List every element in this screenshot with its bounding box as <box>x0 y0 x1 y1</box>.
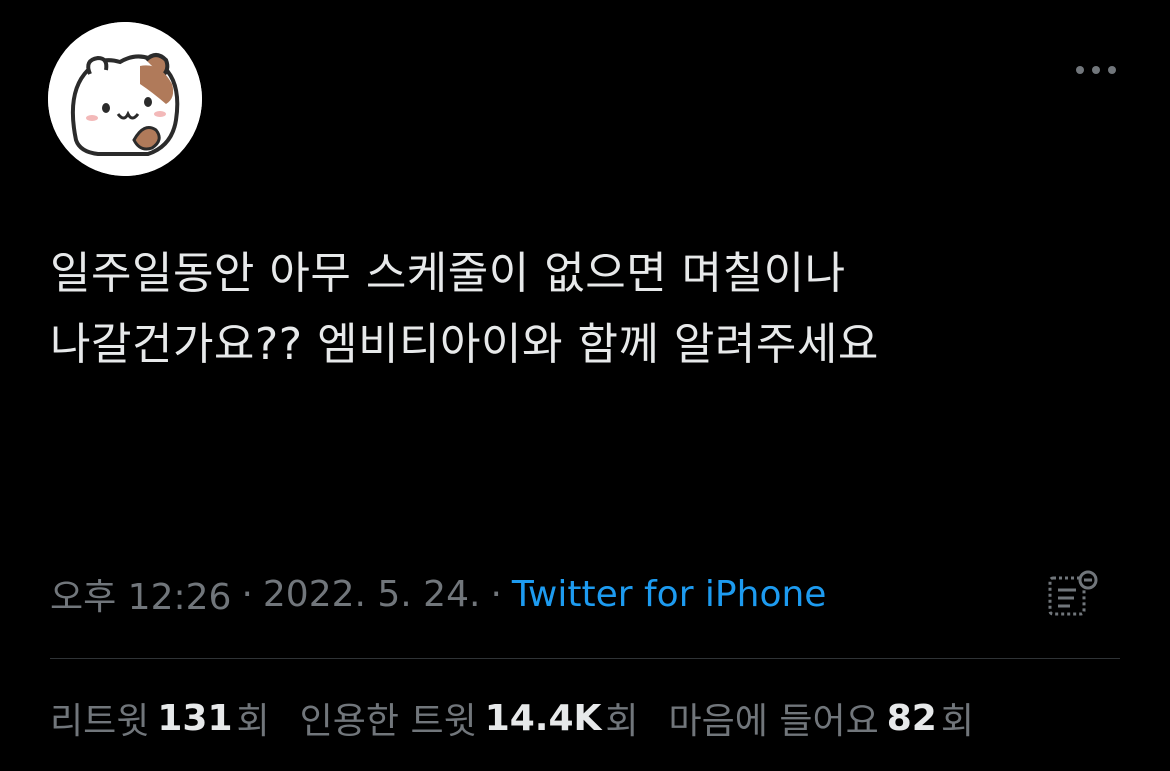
likes-unit: 회 <box>940 701 974 742</box>
tweet-date[interactable]: 2022. 5. 24. <box>263 574 481 615</box>
meta-separator: · <box>241 573 253 615</box>
analytics-button[interactable] <box>1044 568 1104 620</box>
divider <box>50 658 1120 659</box>
meta-separator: · <box>490 573 502 615</box>
quotes-unit: 회 <box>605 701 639 742</box>
tweet-time[interactable]: 오후 12:26 <box>50 568 231 620</box>
retweets-unit: 회 <box>236 701 270 742</box>
tweet-stats: 리트윗 131 회 인용한 트윗 14.4K 회 마음에 들어요 82 회 <box>50 690 1004 746</box>
likes-label: 마음에 들어요 <box>668 701 879 742</box>
analytics-icon <box>1048 570 1098 616</box>
tweet-meta: 오후 12:26 · 2022. 5. 24. · Twitter for iP… <box>50 566 826 622</box>
quotes-label: 인용한 트윗 <box>299 701 477 742</box>
likes-stat[interactable]: 마음에 들어요 82 회 <box>669 692 974 744</box>
more-options-button[interactable] <box>1072 58 1120 82</box>
retweets-count: 131 <box>157 697 233 739</box>
more-options-icon <box>1076 66 1116 74</box>
likes-count: 82 <box>886 697 937 739</box>
tweet-source-link[interactable]: Twitter for iPhone <box>512 574 827 615</box>
tweet-text: 일주일동안 아무 스케줄이 없으면 며칠이나 나갈건가요?? 엠비티아이와 함께… <box>50 248 879 370</box>
quotes-count: 14.4K <box>484 697 602 739</box>
avatar[interactable] <box>48 22 202 176</box>
retweets-stat[interactable]: 리트윗 131 회 <box>50 692 270 744</box>
cartoon-hamster-avatar-icon <box>48 22 202 176</box>
retweets-label: 리트윗 <box>50 701 150 742</box>
quotes-stat[interactable]: 인용한 트윗 14.4K 회 <box>300 692 639 744</box>
